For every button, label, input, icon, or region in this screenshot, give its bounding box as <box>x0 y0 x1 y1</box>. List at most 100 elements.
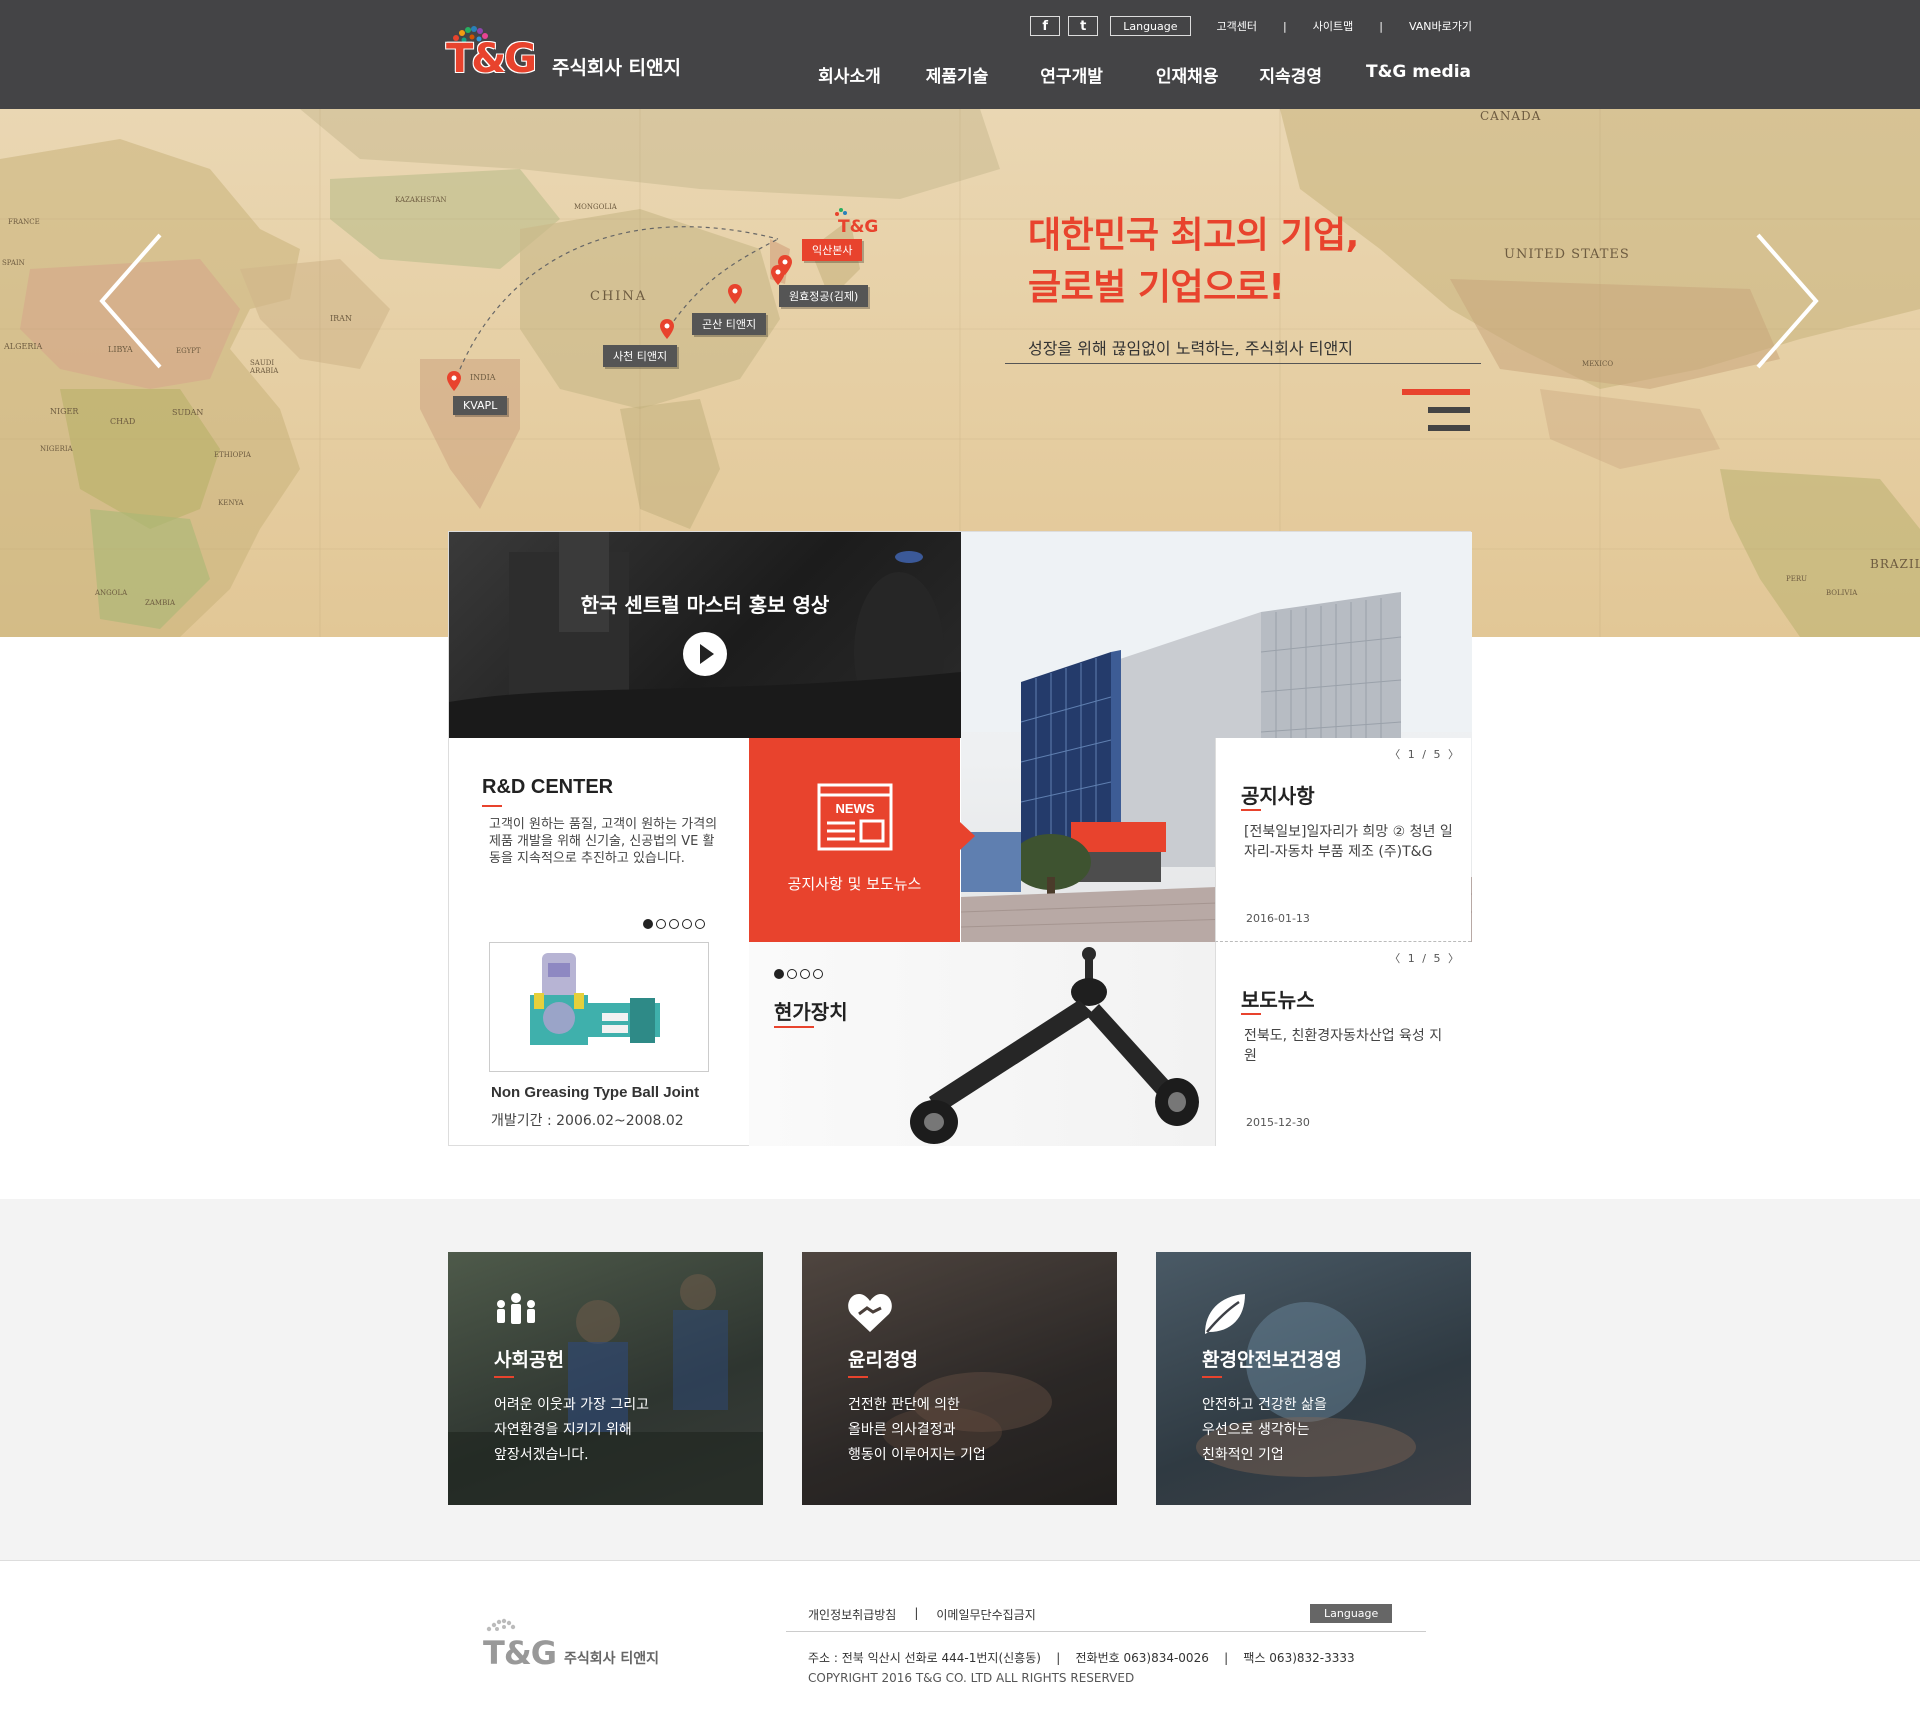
language-button[interactable]: Language <box>1110 16 1191 36</box>
map-label: ETHIOPIA <box>214 451 251 459</box>
map-label: NIGER <box>50 407 79 416</box>
hero-title-line1: 대한민국 최고의 기업, <box>1028 215 1359 256</box>
play-icon[interactable] <box>683 632 727 676</box>
card-title: 사회공헌 <box>494 1349 564 1371</box>
map-label: MONGOLIA <box>574 203 617 211</box>
press-title[interactable]: 보도뉴스 <box>1241 984 1315 1013</box>
next-slide-icon[interactable] <box>1756 233 1820 369</box>
notice-board: 〈 1 / 5 〉 공지사항 [전북일보]일자리가 희망 ② 청년 일자리-자동… <box>1215 738 1471 942</box>
main-nav: 회사소개 제품기술 연구개발 인재채용 지속경영 T&G media <box>818 62 1471 87</box>
nav-item-rnd[interactable]: 연구개발 <box>1040 62 1103 87</box>
card-social-contribution[interactable]: 사회공헌 어려운 이웃과 가장 그리고 자연환경을 지키기 위해 앞장서겠습니다… <box>448 1252 763 1505</box>
control-arm-image <box>910 947 1199 1144</box>
map-label: ZAMBIA <box>145 599 176 607</box>
notice-text[interactable]: [전북일보]일자리가 희망 ② 청년 일자리-자동차 부품 제조 (주)T&G <box>1244 822 1454 862</box>
util-link-van[interactable]: VAN바로가기 <box>1409 18 1472 34</box>
card-description: 건전한 판단에 의한 올바른 의사결정과 행동이 이루어지는 기업 <box>848 1393 986 1468</box>
prev-slide-icon[interactable] <box>98 233 162 369</box>
company-name: 주식회사 티앤지 <box>552 57 681 79</box>
news-tile[interactable]: NEWS 공지사항 및 보도뉴스 <box>749 738 975 942</box>
press-date: 2015-12-30 <box>1246 1116 1310 1129</box>
location-label-sacheon[interactable]: 사천 티앤지 <box>603 345 678 367</box>
promo-video[interactable]: 한국 센트럴 마스터 홍보 영상 <box>449 532 961 738</box>
rnd-title[interactable]: R&D CENTER <box>482 776 613 799</box>
util-separator: | <box>1379 19 1383 33</box>
hero-divider <box>1005 363 1481 364</box>
product-name[interactable]: Non Greasing Type Ball Joint <box>491 1084 699 1101</box>
notice-pager[interactable]: 〈 1 / 5 〉 <box>1389 746 1461 762</box>
hero-title: 대한민국 최고의 기업, 글로벌 기업으로! <box>1028 210 1359 314</box>
footer-logo-text: T&G <box>483 1634 557 1672</box>
card-line: 어려운 이웃과 가장 그리고 <box>494 1397 650 1413</box>
footer-language-button[interactable]: Language <box>1310 1604 1393 1623</box>
pager-dot[interactable] <box>695 919 705 929</box>
notice-title[interactable]: 공지사항 <box>1241 780 1315 809</box>
pager-dot[interactable] <box>669 919 679 929</box>
nav-item-recruit[interactable]: 인재채용 <box>1156 62 1219 87</box>
nav-item-products[interactable]: 제품기술 <box>926 62 989 87</box>
hero-bars <box>1402 389 1470 443</box>
card-line: 올바른 의사결정과 <box>848 1422 956 1438</box>
location-pin-icon <box>660 319 674 339</box>
footer-link-privacy[interactable]: 개인정보취급방침 <box>808 1606 896 1623</box>
nav-item-sustainability[interactable]: 지속경영 <box>1259 62 1322 87</box>
card-description: 안전하고 건강한 삶을 우선으로 생각하는 친화적인 기업 <box>1202 1393 1327 1468</box>
suspension-device[interactable]: 현가장치 <box>749 942 1215 1146</box>
pager-dot[interactable] <box>656 919 666 929</box>
map-label: IRAN <box>330 314 352 323</box>
map-label: PERU <box>1786 575 1807 583</box>
location-label-iksan[interactable]: 익산본사 <box>802 239 863 261</box>
twitter-icon[interactable]: t <box>1068 16 1099 36</box>
logo[interactable]: T&G 주식회사 티앤지 <box>446 22 681 84</box>
util-link-sitemap[interactable]: 사이트맵 <box>1313 18 1353 34</box>
press-text[interactable]: 전북도, 친환경자동차산업 육성 지원 <box>1244 1026 1454 1066</box>
footer-logo[interactable]: T&G 주식회사 티앤지 <box>483 1618 659 1672</box>
card-line: 우선으로 생각하는 <box>1202 1422 1310 1438</box>
card-title: 윤리경영 <box>848 1349 918 1371</box>
footer-address: 주소 : 전북 익산시 선화로 444-1번지(신흥동) | 전화번호 063)… <box>808 1651 1355 1665</box>
leaf-icon <box>1205 1294 1245 1334</box>
location-pin-icon <box>771 265 785 285</box>
location-label-wonhyo[interactable]: 원효정공(김제) <box>779 285 869 307</box>
ball-joint-drawing <box>530 953 660 1045</box>
map-label: UNITED STATES <box>1504 247 1630 262</box>
nav-item-company[interactable]: 회사소개 <box>818 62 881 87</box>
location-pin-icon <box>447 371 461 391</box>
pager-dot[interactable] <box>787 969 797 979</box>
pager-dot[interactable] <box>682 919 692 929</box>
press-board: 〈 1 / 5 〉 보도뉴스 전북도, 친환경자동차산업 육성 지원 2015-… <box>1215 942 1471 1146</box>
rnd-pager <box>643 919 705 929</box>
location-label-kvapl[interactable]: KVAPL <box>453 396 508 415</box>
nav-item-media[interactable]: T&G media <box>1366 62 1471 87</box>
map-label: ALGERIA <box>4 342 43 351</box>
card-environment-safety[interactable]: 환경안전보건경영 안전하고 건강한 삶을 우선으로 생각하는 친화적인 기업 <box>1156 1252 1471 1505</box>
card-ethics-management[interactable]: 윤리경영 건전한 판단에 의한 올바른 의사결정과 행동이 이루어지는 기업 <box>802 1252 1117 1505</box>
pager-dot-active[interactable] <box>643 919 653 929</box>
map-label: CHINA <box>590 289 648 304</box>
people-icon <box>497 1293 535 1324</box>
content-grid: 한국 센트럴 마스터 홍보 영상 R&D CENTER 고객이 원하는 품질, … <box>448 531 1472 1146</box>
pager-dot[interactable] <box>813 969 823 979</box>
pager-dot[interactable] <box>800 969 810 979</box>
map-label: SUDAN <box>172 408 204 417</box>
title-underline <box>848 1376 868 1378</box>
map-label: FRANCE <box>8 218 40 226</box>
map-label: CHAD <box>110 417 136 426</box>
heart-handshake-icon <box>848 1294 892 1332</box>
facebook-icon[interactable]: f <box>1030 16 1061 36</box>
rnd-description: 고객이 원하는 품질, 고객이 원하는 가격의 제품 개발을 위해 신기술, 신… <box>489 817 718 866</box>
map-label: INDIA <box>470 373 496 382</box>
ball-joint-image[interactable] <box>489 942 709 1072</box>
footer-link-email-policy[interactable]: 이메일무단수집금지 <box>936 1606 1035 1623</box>
footer-logo-dots-icon <box>486 1618 516 1632</box>
map-logo: T&G <box>838 217 879 237</box>
pager-dot-active[interactable] <box>774 969 784 979</box>
news-icon: NEWS <box>817 783 893 851</box>
title-underline <box>494 1376 514 1378</box>
util-link-customer-center[interactable]: 고객센터 <box>1217 18 1257 34</box>
title-underline <box>1202 1376 1222 1378</box>
press-pager[interactable]: 〈 1 / 5 〉 <box>1389 950 1461 966</box>
hero-subtitle: 성장을 위해 끊임없이 노력하는, 주식회사 티앤지 <box>1028 339 1353 358</box>
location-label-gonsan[interactable]: 곤산 티앤지 <box>692 313 767 335</box>
card-line: 자연환경을 지키기 위해 <box>494 1422 632 1438</box>
